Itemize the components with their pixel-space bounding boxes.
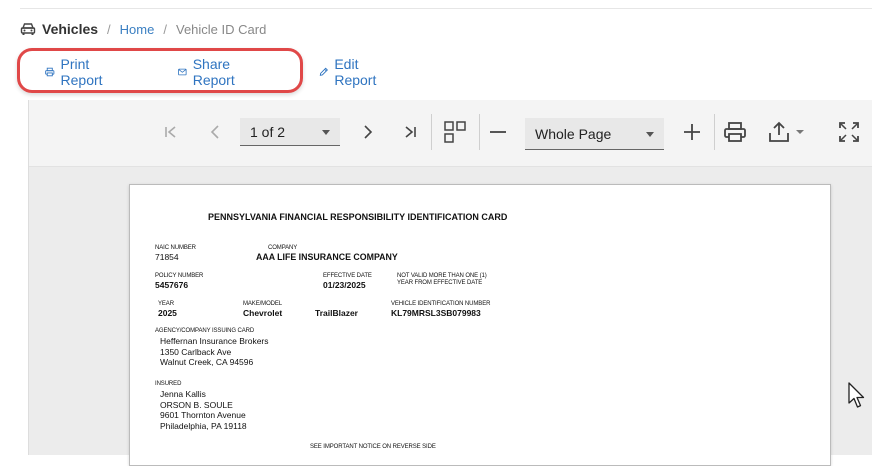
breadcrumb-vehicles[interactable]: Vehicles (42, 21, 98, 37)
insured-line: Jenna Kallis (160, 389, 206, 399)
effective-date-label: EFFECTIVE DATE (323, 273, 372, 279)
year-value: 2025 (158, 308, 177, 318)
mouse-cursor-icon (848, 382, 865, 408)
edit-report-label: Edit Report (334, 56, 377, 88)
toolbar-divider (479, 114, 480, 150)
page-select[interactable]: 1 of 2 (240, 118, 340, 146)
insured-label: INSURED (155, 381, 182, 387)
print-report-button[interactable]: Print Report (45, 50, 108, 94)
thumbnails-icon[interactable] (440, 117, 470, 147)
zoom-select[interactable]: Whole Page (525, 118, 664, 150)
viewer-toolbar: 1 of 2 Whole Page (29, 100, 872, 167)
validity-note-2: YEAR FROM EFFECTIVE DATE (397, 280, 483, 286)
make-value: Chevrolet (243, 308, 283, 318)
envelope-icon (178, 68, 187, 76)
chevron-down-icon (322, 129, 330, 135)
insured-line: ORSON B. SOULE (160, 400, 233, 410)
insured-line: 9601 Thornton Avenue (160, 410, 246, 420)
car-icon (20, 23, 36, 35)
share-report-label: Share Report (192, 56, 235, 88)
company-label: COMPANY (268, 245, 298, 251)
breadcrumb-home-link[interactable]: Home (120, 22, 155, 37)
breadcrumb-current: Vehicle ID Card (175, 21, 267, 37)
naic-value: 71854 (155, 252, 179, 262)
page-select-value: 1 of 2 (250, 123, 286, 140)
validity-note-1: NOT VALID MORE THAN ONE (1) (397, 273, 487, 279)
insured-line: Philadelphia, PA 19118 (160, 421, 247, 431)
model-value: TrailBlazer (315, 308, 358, 318)
effective-date-value: 01/23/2025 (323, 280, 366, 290)
last-page-icon[interactable] (396, 118, 424, 146)
vin-label: VEHICLE IDENTIFICATION NUMBER (391, 301, 491, 307)
edit-report-button[interactable]: Edit Report (319, 50, 381, 94)
report-page: PENNSYLVANIA FINANCIAL RESPONSIBILITY ID… (129, 184, 831, 466)
share-report-button[interactable]: Share Report (178, 50, 241, 94)
export-icon[interactable] (766, 118, 810, 146)
policy-value: 5457676 (155, 280, 189, 290)
zoom-select-value: Whole Page (535, 125, 612, 142)
agency-label: AGENCY/COMPANY ISSUING CARD (155, 328, 255, 334)
company-value: AAA LIFE INSURANCE COMPANY (256, 252, 398, 262)
toolbar-divider (431, 114, 432, 150)
agency-line: Walnut Creek, CA 94596 (160, 357, 254, 367)
printer-icon (45, 67, 55, 77)
report-viewer: 1 of 2 Whole Page PENNSYLVANIA FINANCIAL… (28, 100, 872, 466)
zoom-in-icon[interactable] (678, 118, 706, 146)
print-report-label: Print Report (60, 56, 103, 88)
vin-value: KL79MRSL3SB079983 (391, 308, 481, 318)
breadcrumb: Vehicles / Home / Vehicle ID Card (20, 18, 266, 40)
breadcrumb-separator: / (163, 21, 167, 37)
policy-label: POLICY NUMBER (155, 273, 204, 279)
card-title: PENNSYLVANIA FINANCIAL RESPONSIBILITY ID… (208, 212, 508, 222)
reverse-side-notice: SEE IMPORTANT NOTICE ON REVERSE SIDE (310, 444, 436, 450)
agency-line: 1350 Carlback Ave (160, 347, 232, 357)
breadcrumb-separator: / (107, 21, 111, 37)
previous-page-icon[interactable] (201, 118, 229, 146)
make-model-label: MAKE/MODEL (243, 301, 283, 307)
first-page-icon[interactable] (157, 118, 185, 146)
toolbar-divider (714, 114, 715, 150)
top-divider (20, 8, 872, 9)
fullscreen-icon[interactable] (835, 118, 863, 146)
agency-line: Heffernan Insurance Brokers (160, 336, 269, 346)
print-icon[interactable] (721, 118, 749, 146)
naic-label: NAIC NUMBER (155, 245, 196, 251)
pencil-icon (319, 67, 328, 76)
zoom-out-icon[interactable] (484, 118, 512, 146)
next-page-icon[interactable] (354, 118, 382, 146)
year-label: YEAR (158, 301, 174, 307)
chevron-down-icon (646, 131, 654, 137)
